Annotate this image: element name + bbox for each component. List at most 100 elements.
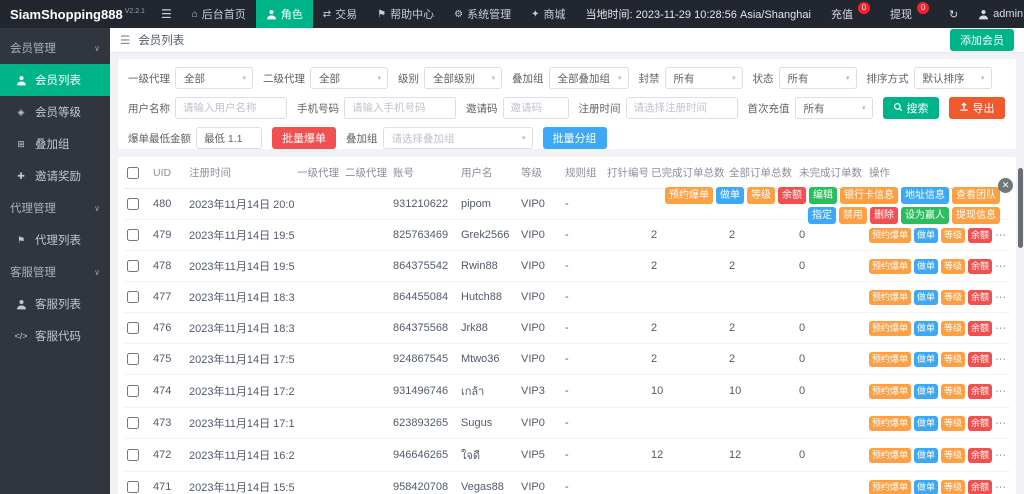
row-checkbox[interactable] xyxy=(127,417,139,430)
more-actions-icon[interactable]: ⋯ xyxy=(995,291,1006,303)
row-action-button[interactable]: 等级 xyxy=(941,320,966,336)
row-action-button[interactable]: 做单 xyxy=(914,479,939,494)
batch-burst-button[interactable]: 批量爆单 xyxy=(272,127,336,149)
nav-item-settings[interactable]: ⚙ 系统管理 xyxy=(444,0,521,28)
row-action-button[interactable]: 余额 xyxy=(968,289,993,305)
row-action-button[interactable]: 做单 xyxy=(914,227,939,243)
row-action-button[interactable]: 预约爆单 xyxy=(869,227,912,243)
row-action-button[interactable]: 等级 xyxy=(941,479,966,494)
search-button[interactable]: 搜索 xyxy=(882,97,939,119)
row-action-button[interactable]: 做单 xyxy=(914,351,939,367)
row-action-button[interactable]: 等级 xyxy=(941,383,966,399)
level-select[interactable]: 全部级别 ▾ xyxy=(424,67,502,89)
phone-input[interactable] xyxy=(344,97,456,119)
row-action-button[interactable]: 删除 xyxy=(870,207,898,224)
row-action-button[interactable]: 等级 xyxy=(747,187,775,204)
row-action-button[interactable]: 余额 xyxy=(968,479,993,494)
row-action-button[interactable]: 地址信息 xyxy=(901,187,949,204)
row-action-button[interactable]: 查看团队 xyxy=(952,187,1000,204)
row-action-button[interactable]: 预约爆单 xyxy=(869,351,912,367)
nav-item-flag[interactable]: ⚑ 帮助中心 xyxy=(367,0,444,28)
breadcrumb-menu-icon[interactable]: ☰ xyxy=(120,33,130,47)
row-action-button[interactable]: 银行卡信息 xyxy=(840,187,898,204)
row-action-button[interactable]: 余额 xyxy=(968,351,993,367)
menu-toggle-icon[interactable]: ☰ xyxy=(151,7,182,21)
more-actions-icon[interactable]: ⋯ xyxy=(995,229,1006,241)
row-action-button[interactable]: 预约爆单 xyxy=(869,289,912,305)
register-time-input[interactable] xyxy=(625,97,738,119)
app-logo[interactable]: SiamShopping888 V2.2.1 xyxy=(0,7,151,22)
nav-item-user[interactable]: 角色 xyxy=(255,0,313,28)
row-action-button[interactable]: 等级 xyxy=(941,415,966,431)
row-action-button[interactable]: 做单 xyxy=(914,415,939,431)
row-action-button[interactable]: 预约爆单 xyxy=(665,187,713,204)
recharge-button[interactable]: 充值 0 xyxy=(821,0,880,28)
row-action-button[interactable]: 预约爆单 xyxy=(869,479,912,494)
more-actions-icon[interactable]: ⋯ xyxy=(995,353,1006,365)
batch-group-select[interactable]: 请选择叠加组 ▾ xyxy=(382,127,533,149)
select-all-checkbox[interactable] xyxy=(127,166,139,179)
row-action-button[interactable]: 设为赢人 xyxy=(901,207,949,224)
row-action-button[interactable]: 编辑 xyxy=(809,187,837,204)
row-checkbox[interactable] xyxy=(127,260,139,273)
more-actions-icon[interactable]: ⋯ xyxy=(995,385,1006,397)
row-action-button[interactable]: 做单 xyxy=(914,383,939,399)
more-actions-icon[interactable]: ⋯ xyxy=(995,417,1006,429)
agent1-select[interactable]: 全部 ▾ xyxy=(175,67,253,89)
sort-select[interactable]: 默认排序 ▾ xyxy=(913,67,992,89)
row-action-button[interactable]: 余额 xyxy=(968,227,993,243)
row-action-button[interactable]: 等级 xyxy=(941,351,966,367)
overlay-group-select[interactable]: 全部叠加组 ▾ xyxy=(548,67,629,89)
sidebar-item[interactable]: </> 客服代码 xyxy=(0,320,110,352)
sidebar-group-2[interactable]: 客服管理 ∨ xyxy=(0,256,110,288)
row-checkbox[interactable] xyxy=(127,353,139,366)
status-select[interactable]: 所有 ▾ xyxy=(778,67,857,89)
row-action-button[interactable]: 余额 xyxy=(778,187,806,204)
burst-amount-input[interactable] xyxy=(196,127,262,149)
username-input[interactable] xyxy=(175,97,287,119)
sidebar-item[interactable]: ⊞ 叠加组 xyxy=(0,128,110,160)
sidebar-item[interactable]: ⚑ 代理列表 xyxy=(0,224,110,256)
row-action-button[interactable]: 做单 xyxy=(914,258,939,274)
sidebar-item[interactable]: 会员列表 xyxy=(0,64,110,96)
invite-code-input[interactable] xyxy=(502,97,569,119)
row-action-button[interactable]: 余额 xyxy=(968,383,993,399)
row-action-button[interactable]: 预约爆单 xyxy=(869,415,912,431)
vertical-scrollbar[interactable] xyxy=(1018,168,1023,248)
row-action-button[interactable]: 等级 xyxy=(941,258,966,274)
more-actions-icon[interactable]: ⋯ xyxy=(995,322,1006,334)
add-member-button[interactable]: 添加会员 xyxy=(950,29,1014,51)
first-charge-select[interactable]: 所有 ▾ xyxy=(794,97,873,119)
more-actions-icon[interactable]: ⋯ xyxy=(995,449,1006,461)
sidebar-item[interactable]: ✚ 邀请奖励 xyxy=(0,160,110,192)
nav-item-trade[interactable]: ⇄ 交易 xyxy=(313,0,367,28)
more-actions-icon[interactable]: ⋯ xyxy=(995,481,1006,493)
row-action-button[interactable]: 做单 xyxy=(716,187,744,204)
row-action-button[interactable]: 预约爆单 xyxy=(869,320,912,336)
row-action-button[interactable]: 等级 xyxy=(941,289,966,305)
row-checkbox[interactable] xyxy=(127,291,139,304)
row-checkbox[interactable] xyxy=(127,322,139,335)
row-action-button[interactable]: 预约爆单 xyxy=(869,258,912,274)
row-checkbox[interactable] xyxy=(127,481,139,494)
row-action-button[interactable]: 指定 xyxy=(808,207,836,224)
sidebar-group-0[interactable]: 会员管理 ∨ xyxy=(0,32,110,64)
row-checkbox[interactable] xyxy=(127,449,139,462)
batch-group-button[interactable]: 批量分组 xyxy=(542,127,607,149)
nav-item-home[interactable]: ⌂ 后台首页 xyxy=(182,0,256,28)
more-actions-icon[interactable]: ⋯ xyxy=(995,260,1006,272)
close-icon[interactable]: ✕ xyxy=(998,178,1013,193)
row-action-button[interactable]: 等级 xyxy=(941,227,966,243)
row-checkbox[interactable] xyxy=(127,385,139,398)
row-action-button[interactable]: 余额 xyxy=(968,320,993,336)
row-action-button[interactable]: 余额 xyxy=(968,258,993,274)
row-action-button[interactable]: 提现信息 xyxy=(952,207,1000,224)
row-checkbox[interactable] xyxy=(127,229,139,242)
ban-select[interactable]: 所有 ▾ xyxy=(664,67,743,89)
refresh-icon[interactable]: ↻ xyxy=(939,0,968,28)
row-action-button[interactable]: 做单 xyxy=(914,289,939,305)
row-action-button[interactable]: 禁用 xyxy=(839,207,867,224)
sidebar-group-1[interactable]: 代理管理 ∨ xyxy=(0,192,110,224)
row-action-button[interactable]: 余额 xyxy=(968,447,993,463)
row-action-button[interactable]: 做单 xyxy=(914,447,939,463)
